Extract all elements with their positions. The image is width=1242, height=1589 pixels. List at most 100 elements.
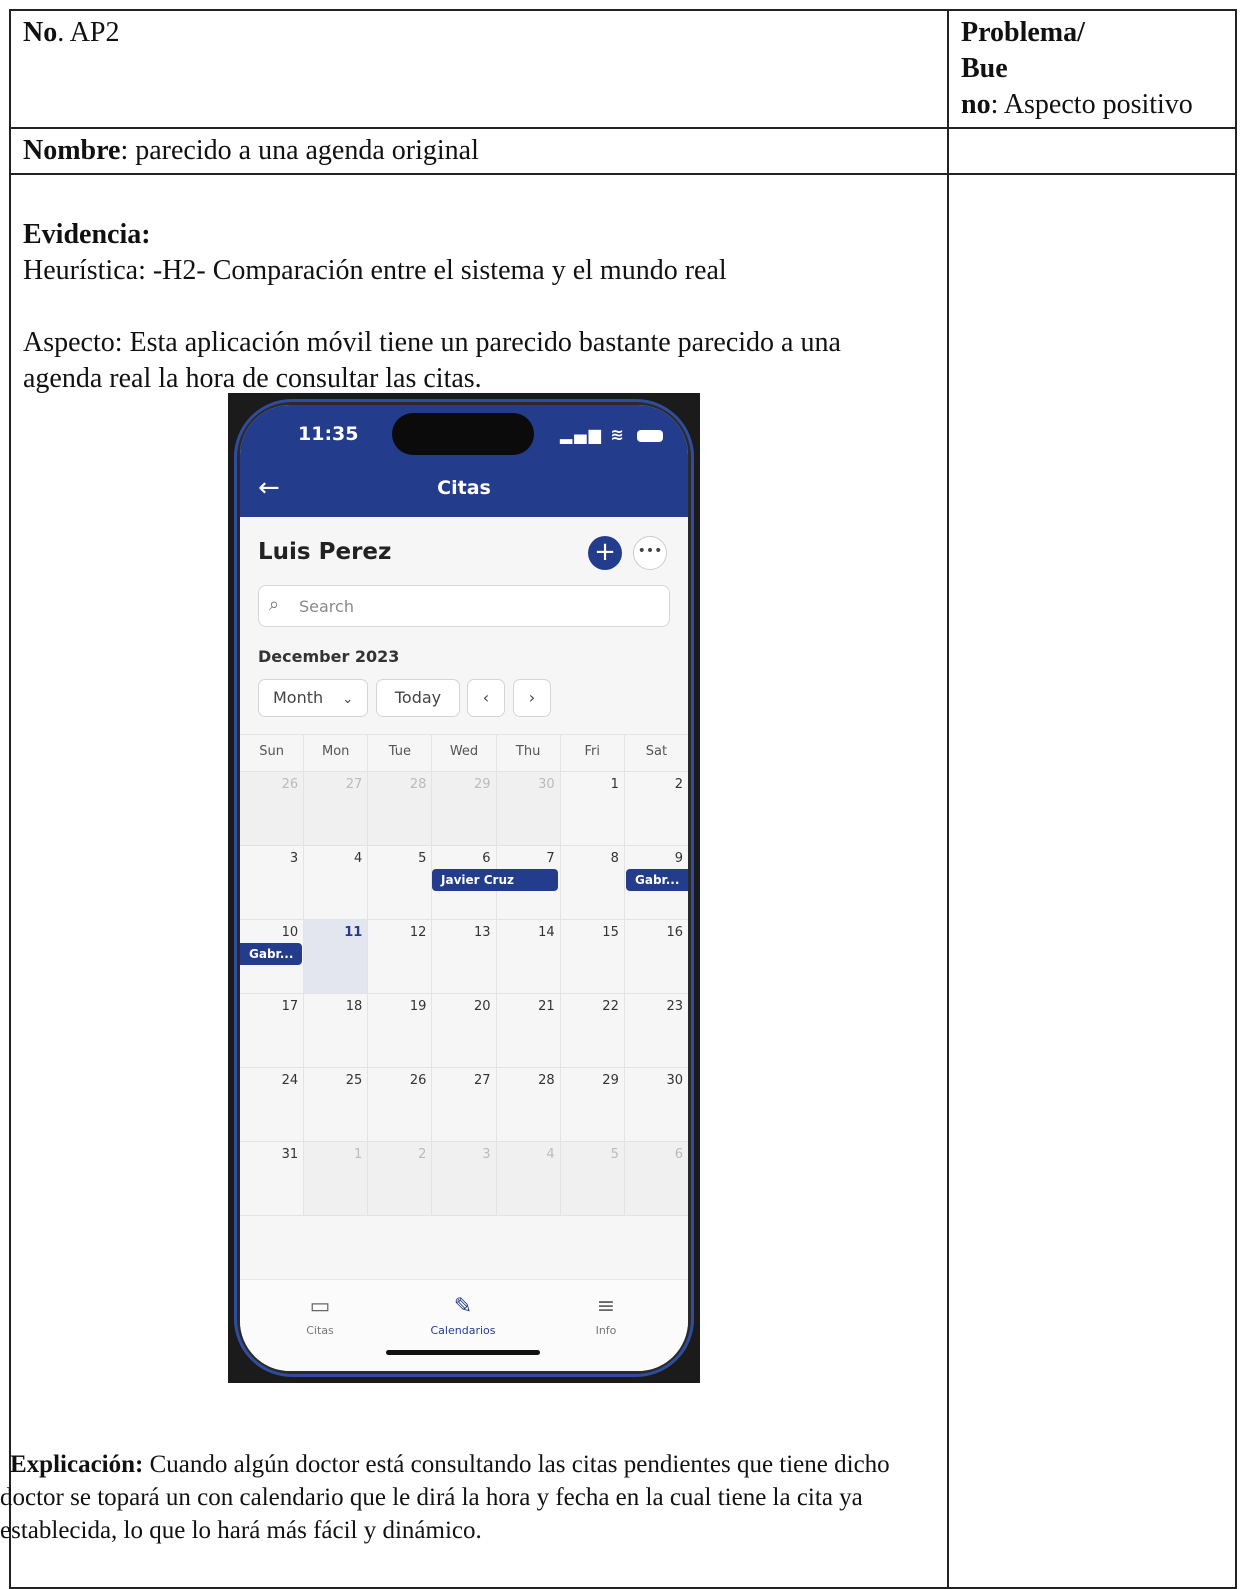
calendar-day[interactable]: 29 [432, 772, 497, 845]
month-year-label: December 2023 [258, 647, 400, 666]
tab-calendarios-label: Calendarios [430, 1324, 496, 1337]
calendar-day[interactable]: 8 [561, 846, 625, 919]
search-input[interactable]: ⌕ Search [258, 585, 670, 627]
phone-screenshot: 11:35 ▂▄▆ ≋ ← Citas Luis Perez + ••• ⌕ S… [228, 393, 700, 1383]
next-month-button[interactable]: › [513, 679, 551, 717]
problem-cell: Problema/ Bue no: Aspecto positivo [947, 9, 1237, 129]
menu-icon: ≡ [596, 1294, 616, 1319]
battery-icon [637, 429, 664, 442]
weekday-label: Fri [561, 735, 625, 771]
calendar-week: 24 25 26 27 28 29 30 [240, 1068, 688, 1142]
tab-calendarios[interactable]: ✎ Calendarios [403, 1294, 523, 1337]
chevron-left-icon: ‹ [482, 688, 490, 707]
calendar-day[interactable]: 29 [561, 1068, 625, 1141]
event-gabr-sat[interactable]: Gabr... [626, 869, 688, 891]
calendar-day[interactable]: 18 [304, 994, 369, 1067]
evidencia-label: Evidencia: [23, 219, 151, 250]
signal-icon: ▂▄▆ [560, 425, 603, 444]
calendar-day[interactable]: 30 [496, 772, 561, 845]
calendar-day[interactable]: 25 [304, 1068, 369, 1141]
calendar-day[interactable]: 3 [240, 846, 305, 919]
calendar-day[interactable]: 30 [625, 1068, 688, 1141]
name-cell: Nombre: parecido a una agenda original [9, 127, 949, 175]
calendar-day[interactable]: 14 [497, 920, 561, 993]
phone-screen: 11:35 ▂▄▆ ≋ ← Citas Luis Perez + ••• ⌕ S… [240, 405, 688, 1371]
aspecto-text: Aspecto: Esta aplicación móvil tiene un … [23, 327, 841, 394]
heuristica-text: Heurística: -H2- Comparación entre el si… [23, 255, 727, 286]
weekday-label: Sun [240, 735, 305, 771]
calendar-day[interactable]: 2 [368, 1142, 433, 1215]
weekday-label: Mon [304, 735, 369, 771]
today-button[interactable]: Today [376, 679, 460, 717]
no-label: No [23, 17, 58, 48]
explicacion-label: Explicación: [10, 1451, 144, 1478]
wifi-icon: ≋ [610, 425, 626, 444]
tab-citas[interactable]: ▭ Citas [260, 1294, 380, 1337]
calendar-day[interactable]: 1 [561, 772, 625, 845]
calendar-week: 31 1 2 3 4 5 6 [240, 1142, 688, 1216]
calendar-day-today[interactable]: 11 [304, 920, 369, 993]
weekday-label: Wed [432, 735, 497, 771]
problem-line3-bold: no [961, 89, 991, 120]
weekday-label: Thu [497, 735, 561, 771]
calendar-day[interactable]: 3 [432, 1142, 497, 1215]
tab-citas-label: Citas [306, 1324, 334, 1337]
calendar-day[interactable]: 15 [561, 920, 625, 993]
calendar-day[interactable]: 1 [304, 1142, 369, 1215]
view-select-value: Month [273, 688, 324, 707]
calendar-day[interactable]: 4 [304, 846, 369, 919]
empty-cell-3 [947, 173, 1237, 1589]
number-cell: No. AP2 [9, 9, 949, 129]
calendar-day[interactable]: 28 [497, 1068, 561, 1141]
calendar-week: 10 11 12 13 14 15 16 Gabr... [240, 920, 688, 994]
bottom-tab-bar: ▭ Citas ✎ Calendarios ≡ Info [240, 1279, 688, 1371]
calendar-day[interactable]: 31 [240, 1142, 305, 1215]
nombre-label: Nombre [23, 135, 121, 166]
calendar-day[interactable]: 24 [240, 1068, 305, 1141]
calendar-day[interactable]: 5 [368, 846, 433, 919]
calendar-day[interactable]: 23 [625, 994, 688, 1067]
problem-line1: Problema/ [961, 17, 1085, 48]
calendar-day[interactable]: 13 [432, 920, 497, 993]
dynamic-island [392, 413, 534, 455]
calendar-day[interactable]: 19 [368, 994, 433, 1067]
calendar-day[interactable]: 4 [496, 1142, 561, 1215]
calendar-day[interactable]: 21 [497, 994, 561, 1067]
app-title: Citas [437, 477, 491, 499]
calendar-day[interactable]: 5 [560, 1142, 625, 1215]
weekday-header: Sun Mon Tue Wed Thu Fri Sat [240, 734, 688, 772]
chevron-right-icon: › [528, 688, 536, 707]
prev-month-button[interactable]: ‹ [467, 679, 505, 717]
more-options-button[interactable]: ••• [633, 536, 667, 570]
edit-calendar-icon: ✎ [453, 1294, 473, 1319]
calendar-day[interactable]: 17 [240, 994, 305, 1067]
calendar-week: 26 27 28 29 30 1 2 [240, 772, 688, 846]
search-placeholder: Search [299, 597, 354, 616]
empty-cell-2 [947, 127, 1237, 175]
today-button-label: Today [394, 688, 442, 707]
calendar-day[interactable]: 22 [561, 994, 625, 1067]
explicacion-paragraph: Explicación: Cuando algún doctor está co… [0, 1448, 920, 1547]
tab-info-label: Info [595, 1324, 617, 1337]
event-javier-cruz[interactable]: Javier Cruz [432, 869, 558, 891]
calendar-day[interactable]: 6 [624, 1142, 688, 1215]
calendar-day[interactable]: 26 [368, 1068, 433, 1141]
calendar-day[interactable]: 26 [240, 772, 305, 845]
status-time: 11:35 [298, 423, 359, 445]
app-header: 11:35 ▂▄▆ ≋ ← Citas [240, 405, 688, 517]
nombre-value: : parecido a una agenda original [120, 135, 479, 166]
calendar-day[interactable]: 16 [625, 920, 688, 993]
calendar-day[interactable]: 27 [304, 772, 369, 845]
no-value: . AP2 [57, 17, 120, 48]
calendar-day[interactable]: 12 [368, 920, 433, 993]
add-button[interactable]: + [588, 536, 622, 570]
event-gabr-sun[interactable]: Gabr... [240, 943, 302, 965]
calendar-day[interactable]: 2 [625, 772, 688, 845]
problem-line2: Bue [961, 53, 1008, 84]
calendar-day[interactable]: 20 [432, 994, 497, 1067]
problem-line3-rest: : Aspecto positivo [990, 89, 1193, 120]
calendar-day[interactable]: 28 [368, 772, 433, 845]
view-select[interactable]: Month ⌄ [258, 679, 368, 717]
calendar-day[interactable]: 27 [432, 1068, 497, 1141]
tab-info[interactable]: ≡ Info [546, 1294, 666, 1337]
